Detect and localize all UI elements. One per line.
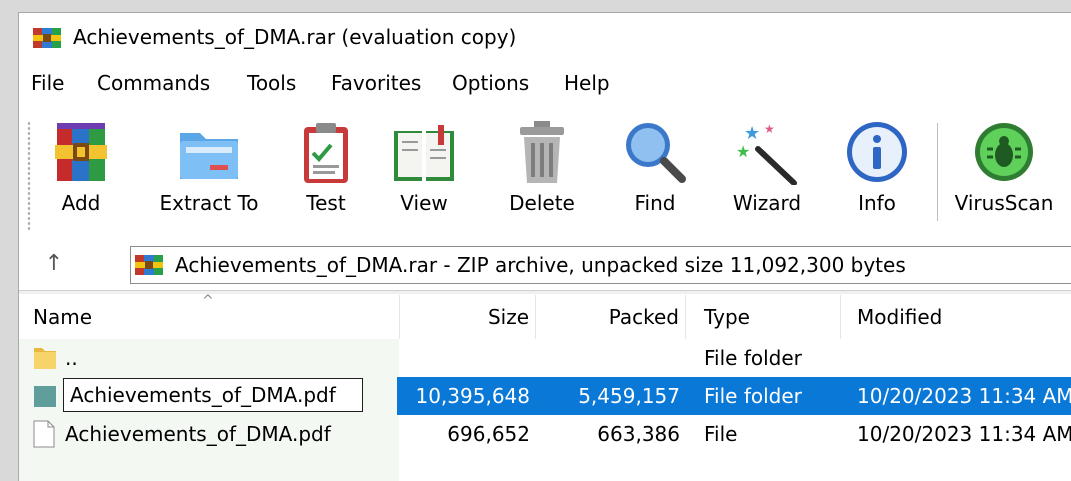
virusscan-button[interactable]: VirusScan: [954, 113, 1054, 231]
extract-to-label: Extract To: [159, 191, 259, 215]
menu-tools[interactable]: Tools: [247, 71, 296, 95]
delete-button[interactable]: Delete: [507, 113, 577, 231]
extract-to-button[interactable]: Extract To: [151, 113, 267, 231]
clipboard-check-icon: [304, 123, 348, 183]
menu-favorites[interactable]: Favorites: [331, 71, 421, 95]
info-button[interactable]: Info: [845, 113, 909, 231]
arrow-up-icon[interactable]: ↑: [39, 249, 69, 279]
column-header-size[interactable]: Size: [400, 295, 536, 339]
folder-icon: [34, 348, 56, 369]
menu-options[interactable]: Options: [452, 71, 529, 95]
column-header-packed[interactable]: Packed: [536, 295, 686, 339]
folder-extract-icon: [180, 133, 238, 179]
pane-splitter[interactable]: [19, 290, 1071, 294]
row-modified: 10/20/2023 11:34 AM: [857, 422, 1071, 446]
toolbar-separator: [937, 123, 938, 221]
winrar-archive-icon: [135, 255, 163, 275]
address-row: ↑ Achievements_of_DMA.rar - ZIP archive,…: [19, 239, 1071, 289]
column-modified-label: Modified: [857, 305, 943, 329]
column-name-label: Name: [33, 305, 93, 329]
find-button[interactable]: Find: [623, 113, 687, 231]
test-button[interactable]: Test: [294, 113, 358, 231]
column-size-label: Size: [487, 305, 529, 329]
find-label: Find: [634, 191, 676, 215]
toolbar-grip[interactable]: [27, 121, 31, 231]
trash-can-icon: [520, 121, 564, 183]
row-type: File folder: [704, 346, 802, 370]
title-bar: Achievements_of_DMA.rar (evaluation copy…: [19, 13, 1071, 63]
menu-file[interactable]: File: [31, 71, 64, 95]
row-size: 10,395,648: [415, 384, 530, 408]
row-size: 696,652: [447, 422, 530, 446]
wizard-label: Wizard: [732, 191, 802, 215]
file-list-header: ^ Name Size Packed Type Modified: [19, 293, 1071, 339]
virusscan-label: VirusScan: [954, 191, 1054, 215]
column-header-name[interactable]: Name: [19, 295, 400, 339]
address-bar[interactable]: Achievements_of_DMA.rar - ZIP archive, u…: [130, 246, 1071, 284]
svg-text:★: ★: [764, 122, 775, 136]
column-packed-label: Packed: [608, 305, 679, 329]
svg-text:★: ★: [736, 142, 750, 161]
row-packed: 5,459,157: [578, 384, 680, 408]
menu-help[interactable]: Help: [564, 71, 610, 95]
open-book-icon: [394, 125, 454, 181]
info-label: Info: [858, 191, 896, 215]
test-label: Test: [306, 191, 346, 215]
winrar-app-icon: [33, 28, 61, 48]
magic-wand-icon: ★ ★ ★: [736, 122, 797, 185]
table-row[interactable]: Achievements_of_DMA.pdf 696,652 663,386 …: [19, 415, 1071, 453]
table-row[interactable]: .. File folder: [19, 339, 1071, 377]
row-name: Achievements_of_DMA.pdf: [65, 422, 331, 446]
svg-text:★: ★: [744, 123, 760, 144]
row-modified: 10/20/2023 11:34 AM: [857, 384, 1071, 408]
menu-bar: File Commands Tools Favorites Options He…: [19, 71, 1071, 103]
file-icon: [33, 420, 55, 448]
wizard-button[interactable]: ★ ★ ★ Wizard: [727, 113, 807, 231]
window-title: Achievements_of_DMA.rar (evaluation copy…: [73, 25, 517, 49]
column-header-modified[interactable]: Modified: [841, 295, 1071, 339]
view-label: View: [400, 191, 448, 215]
rename-input[interactable]: [63, 378, 363, 412]
address-text: Achievements_of_DMA.rar - ZIP archive, u…: [175, 253, 906, 277]
delete-label: Delete: [509, 191, 575, 215]
view-button[interactable]: View: [392, 113, 456, 231]
add-label: Add: [61, 191, 101, 215]
column-header-type[interactable]: Type: [686, 295, 841, 339]
archive-books-icon: [55, 123, 107, 181]
winrar-window: Achievements_of_DMA.rar (evaluation copy…: [18, 12, 1071, 481]
row-type: File: [704, 422, 738, 446]
row-name: ..: [65, 346, 78, 370]
magnifier-icon: [626, 123, 686, 183]
menu-commands[interactable]: Commands: [97, 71, 210, 95]
row-type: File folder: [704, 384, 802, 408]
folder-icon: [34, 386, 56, 407]
table-row-selected[interactable]: 10,395,648 5,459,157 File folder 10/20/2…: [19, 377, 1071, 415]
bug-scan-icon: [975, 123, 1033, 181]
info-icon: [847, 122, 907, 182]
add-button[interactable]: Add: [49, 113, 113, 231]
toolbar: Add Extract To Test View Delete Find ★ ★…: [19, 113, 1071, 241]
column-type-label: Type: [704, 305, 750, 329]
row-packed: 663,386: [597, 422, 680, 446]
